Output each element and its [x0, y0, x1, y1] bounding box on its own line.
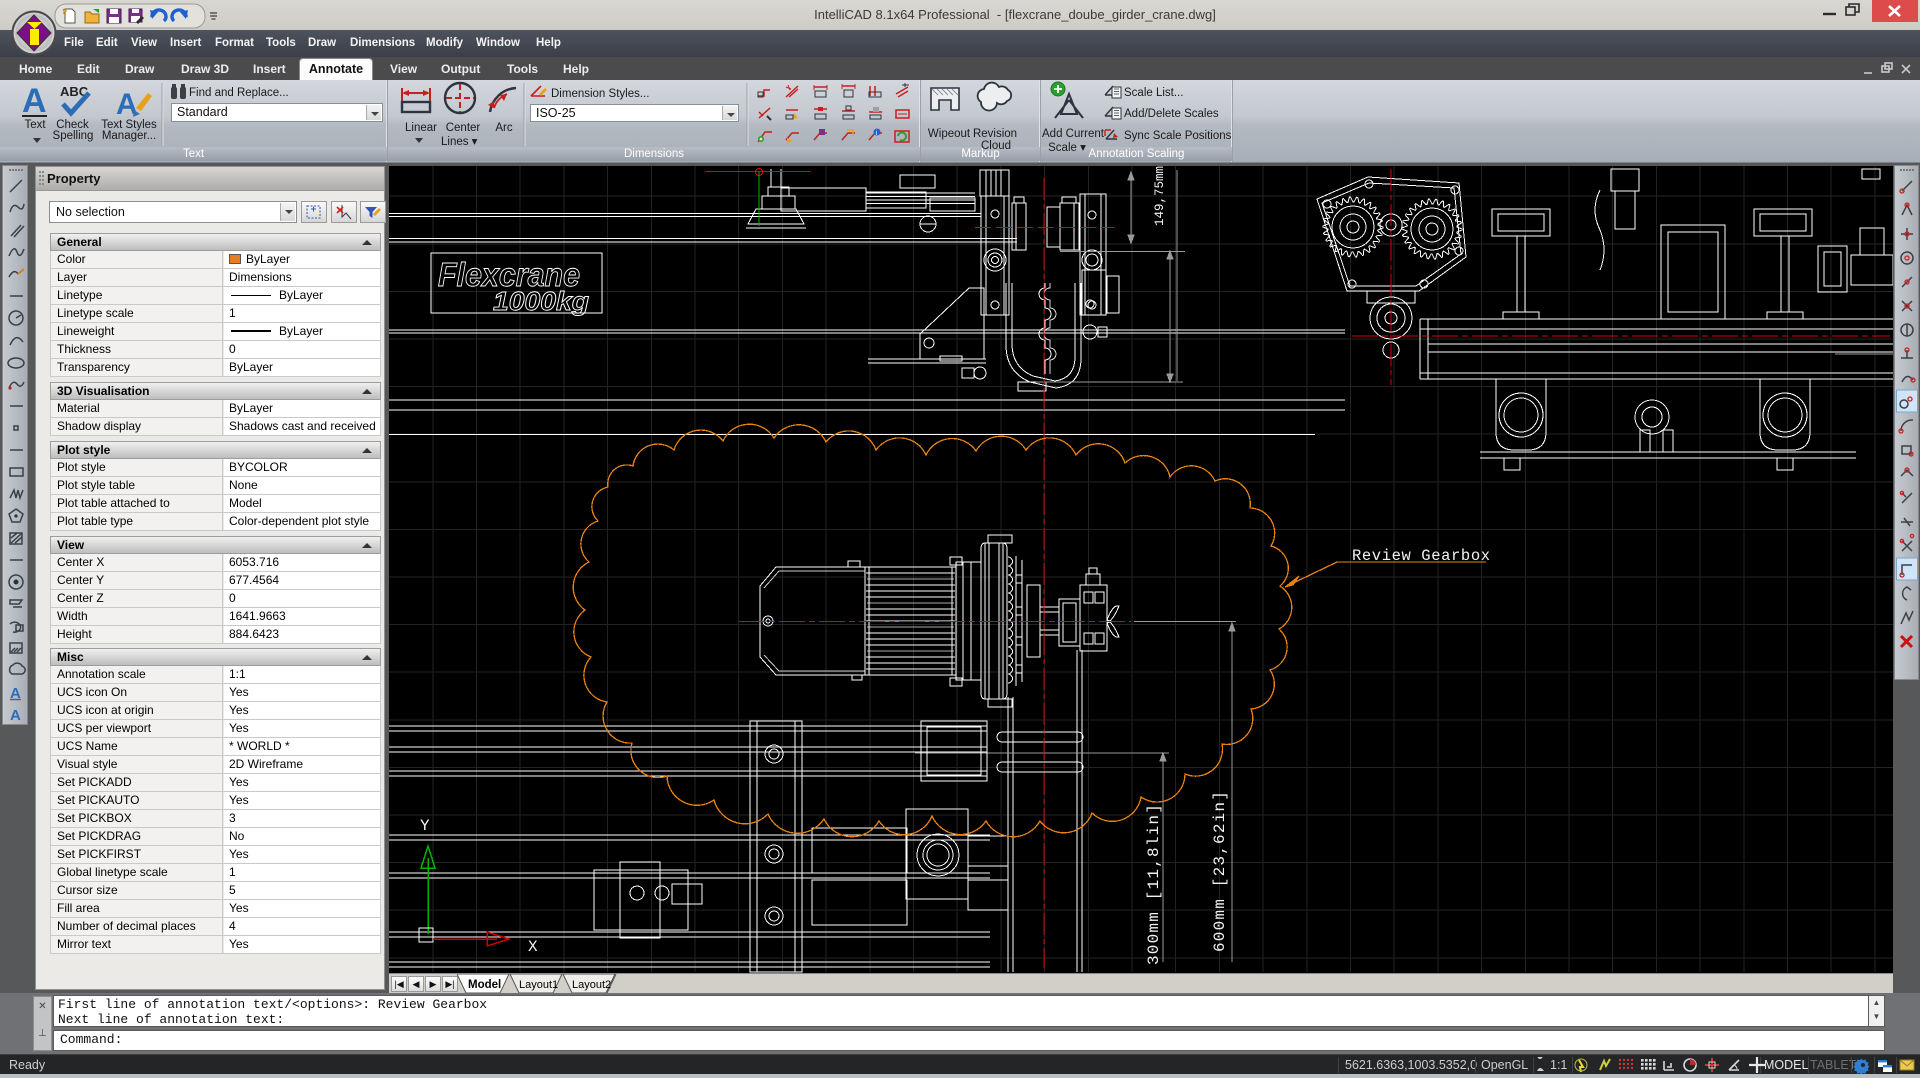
svg-text:Review Gearbox: Review Gearbox [1352, 547, 1491, 565]
svg-text:A: A [10, 707, 21, 724]
svg-text:Y: Y [420, 817, 430, 835]
svg-text:Layout1: Layout1 [519, 979, 558, 991]
svg-text:Model: Model [468, 979, 501, 991]
svg-text:300mm [11,8lin]: 300mm [11,8lin] [1145, 803, 1163, 965]
svg-text:X: X [528, 938, 538, 956]
svg-text:149,75mm: 149,75mm [1153, 166, 1167, 226]
svg-text:1000kg: 1000kg [493, 286, 589, 316]
svg-text:600mm [23,62in]: 600mm [23,62in] [1211, 790, 1229, 952]
svg-text:Layout2: Layout2 [572, 979, 611, 991]
